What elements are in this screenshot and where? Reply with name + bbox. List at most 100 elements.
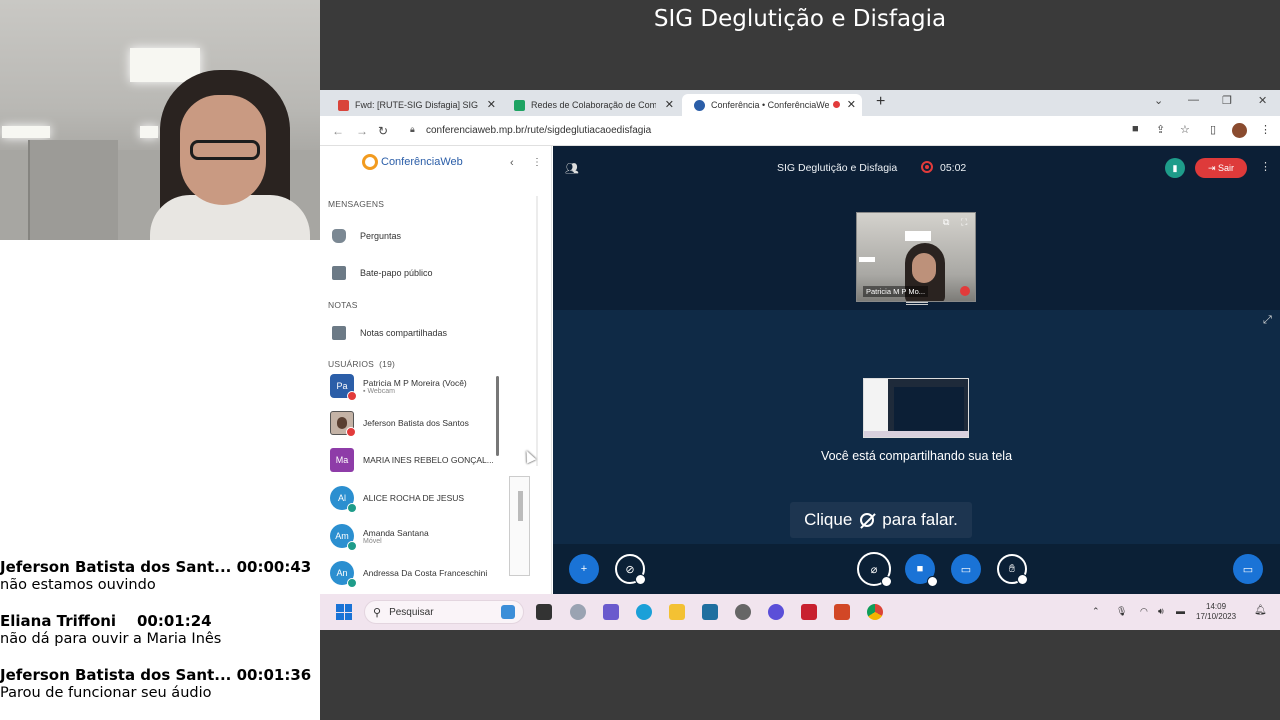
raise-hand-icon [332,229,346,243]
user-list-scrollbar[interactable] [496,376,499,456]
notes-icon [332,326,346,340]
muted-mic-icon [860,513,875,527]
expand-icon[interactable]: ⤢ [1263,314,1272,327]
avatar: An [330,561,357,588]
task-view-icon[interactable] [536,604,552,620]
user-status: ▪ Webcam [363,387,395,395]
close-tab-icon[interactable]: ✕ [487,98,496,111]
chat-header: Jeferson Batista dos Sant... 00:01:36 [0,666,320,684]
popout-icon[interactable]: ⧉ [943,217,949,228]
leave-button[interactable]: ⇥ Sair [1195,158,1247,178]
microphone-icon[interactable]: 🎙︎ [1116,606,1127,617]
app-icon[interactable] [768,604,784,620]
minimize-button[interactable]: — [1188,94,1199,106]
bing-icon[interactable] [501,605,515,619]
options-menu-icon[interactable]: ⋮ [1260,160,1271,173]
sheets-icon [514,99,525,111]
user-item[interactable]: Al ALICE ROCHA DE JESUS [330,484,500,513]
settings-icon[interactable] [735,604,751,620]
ceiling-light [859,257,875,262]
microphone-muted-icon: ⌀ [870,563,878,576]
chrome-icon[interactable] [867,604,883,620]
close-tab-icon[interactable]: ✕ [847,98,856,111]
avatar [330,411,356,437]
sidebar-item-public-chat[interactable]: Bate-papo público [332,263,433,283]
store-icon[interactable] [702,604,718,620]
tab-sheets[interactable]: Redes de Colaboração de Comu ✕ [502,94,680,116]
close-window-button[interactable]: ✕ [1258,94,1267,107]
signal-icon: ▮ [1172,162,1178,173]
user-item[interactable]: Jeferson Batista dos Santos [330,409,500,437]
collapse-sidebar-icon[interactable]: ‹ [510,157,514,169]
avatar: Am [330,524,357,551]
avatar-initials: Am [335,531,349,541]
taskbar-search[interactable]: ⚲ Pesquisar [364,600,524,624]
tab-search-icon[interactable]: ⌄ [1154,94,1163,107]
recording-icon [833,101,840,108]
user-name: Jeferson Batista dos Santos [363,418,469,428]
notification-icon[interactable]: 🔔︎ [1254,605,1267,616]
bookmark-star-icon[interactable]: ☆ [1180,123,1190,136]
leave-label: Sair [1218,163,1235,173]
mcafee-icon[interactable] [801,604,817,620]
show-hidden-icons-icon[interactable]: ⌃ [1092,606,1100,617]
logo-icon [362,154,378,170]
listen-only-icon [347,503,357,513]
close-tab-icon[interactable]: ✕ [665,98,674,111]
sidebar-item-shared-notes[interactable]: Notas compartilhadas [332,323,447,343]
users-toggle-icon[interactable]: 👥︎ [565,162,579,175]
wifi-icon[interactable]: ◠ [1140,606,1148,617]
battery-icon[interactable]: ▬ [1176,606,1185,616]
screenshare-button[interactable]: ▭ [951,554,981,584]
section-notes: NOTAS [328,300,358,310]
camera-icon[interactable]: ■ [1132,123,1139,135]
sidebar-menu-icon[interactable]: ⋮ [532,157,542,168]
powerpoint-icon[interactable] [834,604,850,620]
new-tab-button[interactable]: + [876,93,885,111]
volume-icon[interactable]: 🔊︎ [1158,606,1164,617]
clock[interactable]: 14:09 17/10/2023 [1196,602,1236,622]
actions-button[interactable]: + [569,554,599,584]
forward-icon[interactable]: → [356,124,368,138]
browser-menu-icon[interactable]: ⋮ [1260,123,1271,136]
back-icon[interactable]: ← [332,124,344,138]
widgets-icon[interactable] [570,604,586,620]
side-panel-icon[interactable]: ▯ [1210,123,1216,136]
reload-icon[interactable]: ↻ [378,124,388,138]
logo-text: ConferênciaWeb [381,156,463,168]
user-item[interactable]: Am Amanda Santana Móvel [330,522,500,551]
connection-status-button[interactable]: ▮ [1165,158,1185,178]
fullscreen-icon[interactable]: ⛶ [961,217,967,228]
chat-panel: Jeferson Batista dos Sant... 00:00:43 nã… [0,240,320,720]
webcam-tile[interactable]: ⧉ ⛶ Patricia M P Mo... [856,212,976,302]
screenshare-status: Você está compartilhando sua tela [553,449,1280,463]
start-button[interactable] [336,604,352,620]
recording-icon[interactable] [921,161,933,173]
sidebar-item-questions[interactable]: Perguntas [332,226,401,246]
file-explorer-icon[interactable] [669,604,685,620]
ceiling-light [140,126,158,138]
user-item[interactable]: Pa Patricia M P Moreira (Você) ▪ Webcam [330,372,500,401]
teams-icon[interactable] [603,604,619,620]
hide-presentation-button[interactable]: ⊘ [615,554,646,585]
chat-header: Jeferson Batista dos Sant... 00:00:43 [0,558,320,576]
share-icon[interactable]: ⇪ [1156,123,1165,136]
user-item[interactable]: Ma MARIA INES REBELO GONÇAL... [330,446,500,474]
ceiling-light [2,126,50,138]
unmute-button[interactable]: ⌀ [857,552,892,587]
panel-resize-scrollbar[interactable] [509,476,530,576]
raise-hand-button[interactable]: ✋︎ [997,554,1028,585]
resize-handle[interactable] [906,302,928,305]
tab-gmail[interactable]: Fwd: [RUTE-SIG Disfagia] SIG De ✕ [326,94,502,116]
muted-mic-icon [960,286,970,296]
chat-message: não estamos ouvindo [0,577,156,593]
tab-conference[interactable]: Conferência • ConferênciaWeb ✕ [682,94,862,116]
webcam-button[interactable]: ■ [905,554,938,587]
edge-icon[interactable] [636,604,652,620]
url-field[interactable]: conferenciaweb.mp.br/rute/sigdeglutiacao… [426,125,651,136]
chat-entry: Jeferson Batista dos Sant... 00:01:36 Pa… [0,666,320,702]
restore-presentation-button[interactable]: ▭ [1233,554,1263,584]
profile-avatar[interactable] [1232,123,1247,138]
maximize-button[interactable]: ❐ [1222,94,1232,107]
user-item[interactable]: An Andressa Da Costa Franceschini [330,559,500,588]
